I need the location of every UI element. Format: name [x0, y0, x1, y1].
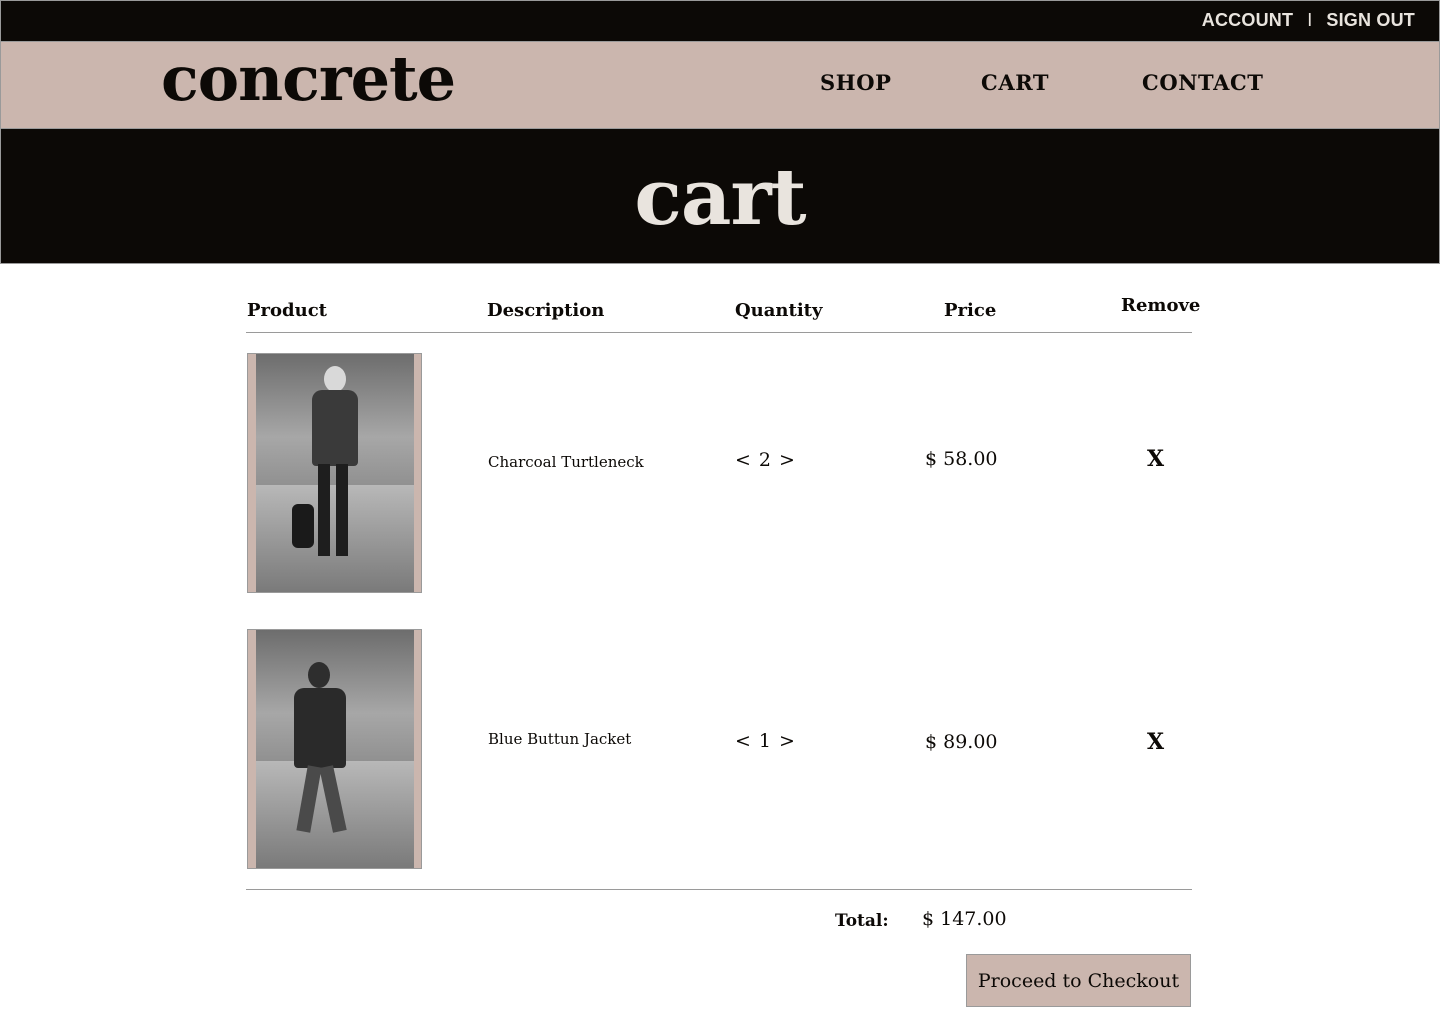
quantity-stepper: < 1 > — [735, 730, 795, 752]
quantity-value: 1 — [758, 730, 772, 752]
decrease-quantity-button[interactable]: < — [735, 730, 751, 752]
quantity-stepper: < 2 > — [735, 449, 795, 471]
main-nav: SHOP CART CONTACT — [1, 70, 1439, 100]
product-price: $ 89.00 — [925, 731, 998, 753]
page-hero: cart — [0, 129, 1440, 264]
decrease-quantity-button[interactable]: < — [735, 449, 751, 471]
account-link[interactable]: ACCOUNT — [1202, 10, 1293, 31]
total-label: Total: — [835, 911, 889, 931]
account-links: ACCOUNT I SIGN OUT — [1202, 10, 1415, 31]
product-thumbnail[interactable] — [247, 353, 422, 593]
product-photo — [256, 630, 414, 868]
table-footer-divider — [246, 889, 1192, 890]
top-utility-bar: ACCOUNT I SIGN OUT — [0, 0, 1440, 42]
table-header-divider — [246, 332, 1192, 333]
column-header-description: Description — [487, 300, 605, 321]
remove-item-button[interactable]: X — [1147, 729, 1164, 755]
remove-item-button[interactable]: X — [1147, 446, 1164, 472]
product-thumbnail[interactable] — [247, 629, 422, 869]
column-header-price: Price — [944, 300, 997, 321]
increase-quantity-button[interactable]: > — [779, 730, 795, 752]
link-separator: I — [1307, 10, 1313, 30]
page-title: cart — [634, 152, 806, 243]
total-value: $ 147.00 — [922, 908, 1007, 930]
product-description: Charcoal Turtleneck — [488, 453, 644, 471]
increase-quantity-button[interactable]: > — [779, 449, 795, 471]
nav-contact-link[interactable]: CONTACT — [1142, 70, 1264, 95]
proceed-to-checkout-button[interactable]: Proceed to Checkout — [966, 954, 1191, 1007]
column-header-product: Product — [247, 300, 327, 321]
product-photo — [256, 354, 414, 592]
product-description: Blue Buttun Jacket — [488, 730, 632, 748]
quantity-value: 2 — [758, 449, 772, 471]
nav-cart-link[interactable]: CART — [981, 70, 1049, 95]
column-header-quantity: Quantity — [735, 300, 823, 321]
product-price: $ 58.00 — [925, 448, 998, 470]
column-header-remove: Remove — [1121, 295, 1201, 316]
site-header: concrete SHOP CART CONTACT — [0, 42, 1440, 129]
nav-shop-link[interactable]: SHOP — [820, 70, 892, 95]
sign-out-link[interactable]: SIGN OUT — [1326, 10, 1415, 31]
